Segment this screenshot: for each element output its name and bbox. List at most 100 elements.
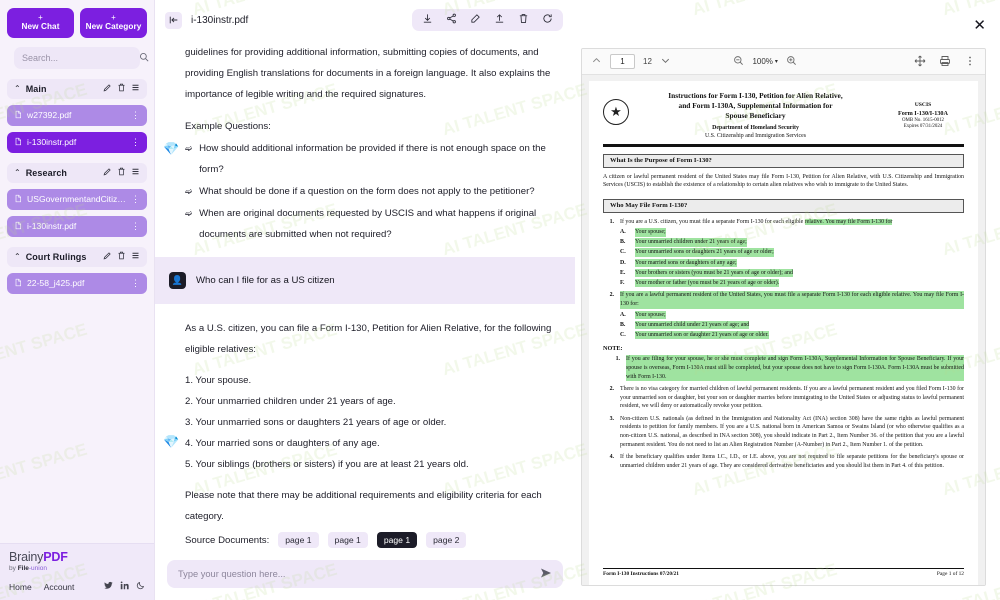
pdf-sub-text: Your unmarried sons or daughters 21 year… xyxy=(635,248,774,258)
pdf-sub-item: C. Your unmarried son or daughter 21 year… xyxy=(620,330,964,340)
trash-icon[interactable] xyxy=(117,167,126,178)
document-item[interactable]: USGovernmentandCitizen... ⋮ xyxy=(7,188,147,210)
answer-list-item: 2. Your unmarried children under 21 year… xyxy=(185,396,396,407)
refresh-icon[interactable] xyxy=(542,13,553,27)
list-icon[interactable] xyxy=(131,167,140,178)
twitter-icon[interactable] xyxy=(104,581,113,592)
category-header[interactable]: ⌃ Research xyxy=(7,162,147,183)
assistant-message-examples: 💎 Example Questions: ➫ How should additi… xyxy=(155,116,575,245)
more-options-icon[interactable]: ⋮ xyxy=(131,137,140,147)
document-item[interactable]: i-130instr.pdf ⋮ xyxy=(7,215,147,237)
chevron-up-icon[interactable] xyxy=(591,55,602,68)
pdf-item-body-highlighted: If you are a lawful permanent resident o… xyxy=(620,291,964,309)
chat-document-title: i-130instr.pdf xyxy=(191,14,249,26)
chevron-up-icon[interactable]: ⌃ xyxy=(14,84,21,93)
user-avatar: 👤 xyxy=(169,272,186,289)
pdf-note-text: There is no visa category for married ch… xyxy=(620,386,964,410)
pdf-sub-text: Your married sons or daughters of any ag… xyxy=(635,258,737,268)
pencil-icon[interactable] xyxy=(103,83,112,94)
more-options-icon[interactable]: ⋮ xyxy=(131,278,140,288)
zoom-out-icon[interactable] xyxy=(733,55,744,68)
more-options-icon[interactable]: ⋮ xyxy=(131,194,140,204)
pdf-frame: 12 100% ▾ xyxy=(581,48,986,586)
trash-icon[interactable] xyxy=(117,251,126,262)
category-header[interactable]: ⌃ Main xyxy=(7,78,147,99)
moon-icon[interactable] xyxy=(136,581,145,592)
page-number-input[interactable] xyxy=(610,54,635,69)
pdf-page-footer: Form I-130 Instructions 07/20/21 Page 1 … xyxy=(603,567,964,577)
pdf-footer-left: Form I-130 Instructions 07/20/21 xyxy=(603,571,679,577)
pencil-icon[interactable] xyxy=(103,167,112,178)
pdf-note-number: 3. xyxy=(609,415,614,422)
more-options-icon[interactable]: ⋮ xyxy=(131,110,140,120)
example-question[interactable]: ➫ When are original documents requested … xyxy=(185,203,561,245)
trash-icon[interactable] xyxy=(117,83,126,94)
document-item[interactable]: i-130instr.pdf ⋮ xyxy=(7,131,147,153)
more-options-icon[interactable]: ⋮ xyxy=(131,221,140,231)
source-page-chip[interactable]: page 1 xyxy=(278,532,319,549)
collapse-panel-icon[interactable] xyxy=(165,11,182,29)
print-icon[interactable] xyxy=(939,55,951,69)
pdf-note-text-highlighted: If you are filing for your spouse, he or… xyxy=(626,355,964,382)
app-logo: BrainyPDF xyxy=(9,550,145,564)
send-icon[interactable] xyxy=(540,567,552,582)
user-message: 👤 Who can I file for as a US citizen xyxy=(155,257,575,304)
new-chat-button[interactable]: + New Chat xyxy=(7,8,74,38)
more-options-icon[interactable] xyxy=(964,55,976,69)
document-item[interactable]: 22-58_j425.pdf ⋮ xyxy=(7,272,147,294)
pdf-sub-letter: A. xyxy=(620,229,626,236)
source-page-chip[interactable]: page 2 xyxy=(426,532,467,549)
chevron-up-icon[interactable]: ⌃ xyxy=(14,252,21,261)
social-links xyxy=(104,581,145,592)
linkedin-icon[interactable] xyxy=(120,581,129,592)
pdf-title-line-3: Spouse Beneficiary xyxy=(725,111,786,120)
example-question[interactable]: ➫ How should additional information be p… xyxy=(185,138,561,180)
close-icon[interactable]: ✕ xyxy=(973,18,986,33)
document-item[interactable]: w27392.pdf ⋮ xyxy=(7,104,147,126)
chevron-up-icon[interactable]: ⌃ xyxy=(14,168,21,177)
footer-link-account[interactable]: Account xyxy=(44,582,75,592)
answer-list-item: 1. Your spouse. xyxy=(185,375,252,386)
pdf-item-text-highlighted: relative. You may file Form I-130 for xyxy=(804,218,893,225)
chat-thread: guidelines for providing additional info… xyxy=(155,40,575,552)
pdf-sub-text: Your spouse; xyxy=(635,310,666,320)
footer-link-home[interactable]: Home xyxy=(9,582,32,592)
pdf-sub-text: Your unmarried child under 21 years of a… xyxy=(635,320,750,330)
chat-composer xyxy=(155,552,575,600)
zoom-controls: 100% ▾ xyxy=(733,55,796,68)
pdf-note-text: If the beneficiary qualifies under Items… xyxy=(620,454,964,469)
pdf-page-scroll[interactable]: ★ Instructions for Form I-130, Petition … xyxy=(582,75,985,585)
pdf-note-item: 4. If the beneficiary qualifies under It… xyxy=(603,453,964,470)
chevron-down-icon[interactable]: ▾ xyxy=(775,58,778,65)
pdf-section-heading-purpose: What Is the Purpose of Form I-130? xyxy=(603,153,964,168)
chevron-down-icon[interactable] xyxy=(660,55,671,68)
composer-box[interactable] xyxy=(167,560,563,588)
source-page-chip[interactable]: page 1 xyxy=(327,532,368,549)
sidebar: + New Chat + New Category Search... ⌃ Ma… xyxy=(0,0,155,600)
pan-tool-icon[interactable] xyxy=(914,55,926,69)
search-box[interactable] xyxy=(14,46,149,69)
list-icon[interactable] xyxy=(131,251,140,262)
list-icon[interactable] xyxy=(131,83,140,94)
zoom-level-value[interactable]: 100% xyxy=(752,57,772,66)
new-category-button[interactable]: + New Category xyxy=(80,8,147,38)
search-input[interactable] xyxy=(22,52,139,63)
share-icon[interactable] xyxy=(446,13,457,27)
source-page-chip-selected[interactable]: page 1 xyxy=(376,532,418,549)
pdf-item-text-plain: If you are a U.S. citizen, you must file… xyxy=(620,218,805,225)
pencil-icon[interactable] xyxy=(103,251,112,262)
download-icon[interactable] xyxy=(422,13,433,27)
pdf-title-block: Instructions for Form I-130, Petition fo… xyxy=(637,91,874,140)
question-input[interactable] xyxy=(178,569,540,579)
pdf-item-number: 1. xyxy=(609,218,614,225)
edit-icon[interactable] xyxy=(470,13,481,27)
upload-icon[interactable] xyxy=(494,13,505,27)
example-question[interactable]: ➫ What should be done if a question on t… xyxy=(185,181,561,202)
zoom-in-icon[interactable] xyxy=(786,55,797,68)
document-name: 22-58_j425.pdf xyxy=(27,278,85,289)
category-title: Court Rulings xyxy=(25,251,87,262)
footer-links-row: Home Account xyxy=(9,581,145,592)
delete-icon[interactable] xyxy=(518,13,529,27)
category-header[interactable]: ⌃ Court Rulings xyxy=(7,246,147,267)
answer-list-item: 5. Your siblings (brothers or sisters) i… xyxy=(185,459,469,470)
